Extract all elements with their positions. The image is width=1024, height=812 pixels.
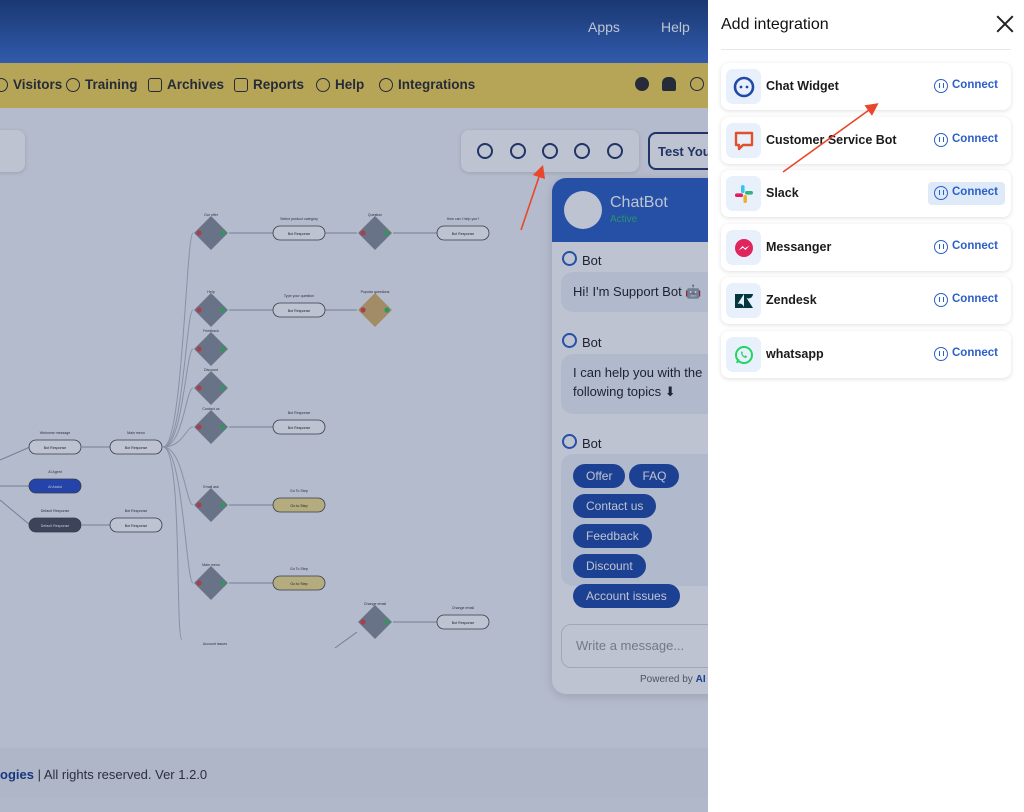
slack-icon xyxy=(726,176,761,211)
integration-name: Chat Widget xyxy=(766,79,839,93)
connect-button[interactable]: Connect xyxy=(928,182,1005,205)
plug-icon xyxy=(934,347,948,361)
integration-slack[interactable]: Slack Connect xyxy=(721,170,1011,217)
zendesk-icon xyxy=(726,283,761,318)
connect-button[interactable]: Connect xyxy=(928,289,1005,312)
chat-widget-icon xyxy=(726,69,761,104)
divider xyxy=(721,49,1011,50)
messenger-icon xyxy=(726,230,761,265)
integration-zendesk[interactable]: Zendesk Connect xyxy=(721,277,1011,324)
plug-icon xyxy=(934,186,948,200)
panel-title: Add integration xyxy=(721,16,829,33)
plug-icon xyxy=(934,133,948,147)
integration-whatsapp[interactable]: whatsapp Connect xyxy=(721,331,1011,378)
plug-icon xyxy=(934,293,948,307)
plug-icon xyxy=(934,79,948,93)
add-integration-panel: Add integration Chat Widget Connect Cust… xyxy=(708,0,1024,812)
customer-service-bot-icon xyxy=(726,123,761,158)
connect-button[interactable]: Connect xyxy=(928,129,1005,152)
connect-button[interactable]: Connect xyxy=(928,343,1005,366)
integration-name: Customer Service Bot xyxy=(766,133,897,147)
plug-icon xyxy=(934,240,948,254)
integration-name: Slack xyxy=(766,186,799,200)
integration-name: Zendesk xyxy=(766,293,817,307)
integration-messenger[interactable]: Messanger Connect xyxy=(721,224,1011,271)
connect-button[interactable]: Connect xyxy=(928,236,1005,259)
integration-name: whatsapp xyxy=(766,347,824,361)
whatsapp-icon xyxy=(726,337,761,372)
integration-customer-service-bot[interactable]: Customer Service Bot Connect xyxy=(721,117,1011,164)
integration-name: Messanger xyxy=(766,240,832,254)
integration-chat-widget[interactable]: Chat Widget Connect xyxy=(721,63,1011,110)
close-icon[interactable] xyxy=(994,14,1016,36)
connect-button[interactable]: Connect xyxy=(928,75,1005,98)
